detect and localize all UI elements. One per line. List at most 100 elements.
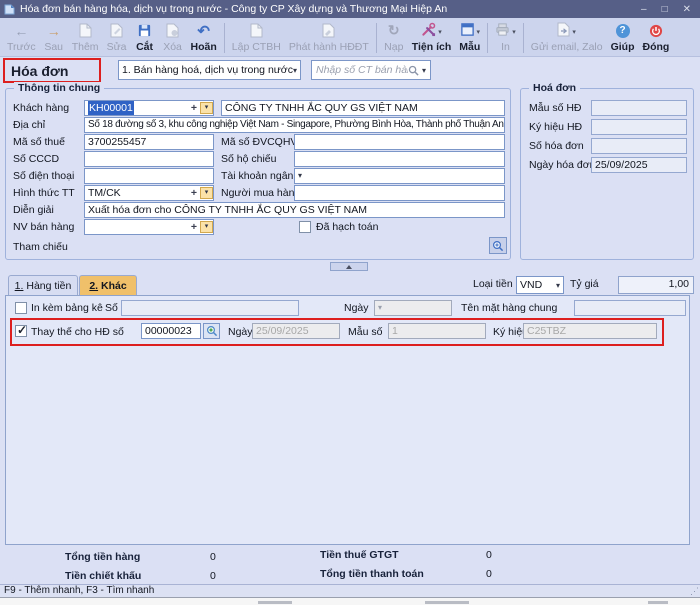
replace-invoice-lookup-button[interactable] (203, 323, 220, 339)
arrow-right-icon: → (47, 22, 61, 39)
replace-invoice-checkbox[interactable] (15, 325, 27, 337)
serial-label: Ký hiệu HĐ (529, 119, 582, 135)
send-document-icon (557, 22, 570, 40)
document-search-box[interactable]: Nhập số CT bán hàng ▾ (311, 60, 431, 80)
invoice-date-field[interactable]: 25/09/2025 (591, 157, 687, 173)
chevron-down-icon[interactable]: ▾ (200, 221, 213, 233)
tab-hang-tien[interactable]: 1. Hàng tiền (8, 275, 78, 296)
window-title: Hóa đơn bán hàng hóa, dịch vụ trong nước… (20, 3, 447, 15)
chevron-down-icon[interactable]: ▾ (298, 169, 302, 183)
print-button[interactable]: ▾ In (491, 21, 520, 54)
chevron-down-icon: ▾ (378, 301, 382, 315)
template-button[interactable]: ▾ Mẫu (455, 21, 484, 54)
replace-template-field[interactable]: 1 (388, 323, 486, 339)
posted-label: Đã hạch toán (316, 219, 378, 235)
add-icon[interactable]: + (188, 101, 200, 115)
document-delete-icon (166, 22, 179, 39)
search-icon (408, 65, 419, 76)
replace-invoice-label: Thay thế cho HĐ số (31, 324, 124, 340)
reload-button[interactable]: ↻ Nạp (380, 21, 408, 54)
attach-list-checkbox[interactable] (15, 302, 27, 314)
undo-button[interactable]: ↶ Hoãn (187, 21, 221, 54)
reference-lookup-button[interactable] (489, 237, 507, 254)
replace-date-field[interactable]: 25/09/2025 (252, 323, 340, 339)
exchange-rate-field[interactable]: 1,00 (618, 276, 694, 294)
toolbar-separator (376, 23, 377, 53)
help-button[interactable]: ? Giúp (607, 21, 639, 54)
collapse-splitter-button[interactable] (330, 262, 368, 271)
buyer-field[interactable] (294, 185, 505, 201)
toolbar-separator (523, 23, 524, 53)
currency-value: VND (520, 279, 542, 291)
chevron-down-icon: ▾ (422, 66, 426, 75)
budget-code-field[interactable] (294, 134, 505, 150)
grand-total-value: 0 (486, 568, 492, 580)
customer-code-field[interactable]: KH00001 + ▾ (84, 100, 214, 116)
invoice-no-field[interactable] (591, 138, 687, 154)
currency-label: Loại tiền (473, 278, 513, 290)
add-icon[interactable]: + (188, 220, 200, 234)
vat-total-label: Tiền thuế GTGT (320, 549, 399, 561)
issue-einvoice-button[interactable]: Phát hành HĐĐT (285, 21, 373, 54)
goods-total-label: Tổng tiền hàng (65, 551, 140, 563)
replace-serial-field[interactable]: C25TBZ (523, 323, 657, 339)
attach-no-field[interactable] (121, 300, 299, 316)
save-button[interactable]: Cắt (131, 21, 159, 54)
chevron-down-icon[interactable]: ▾ (200, 102, 213, 114)
toolbar-separator (224, 23, 225, 53)
attach-no-label: Số (105, 300, 118, 316)
tax-code-field[interactable]: 3700255457 (84, 134, 214, 150)
resize-grip[interactable]: ⋰ (690, 586, 698, 597)
customer-code-value: KH00001 (88, 101, 134, 115)
passport-field[interactable] (294, 151, 505, 167)
chevron-down-icon[interactable]: ▾ (438, 28, 442, 36)
replace-invoice-no-field[interactable]: 00000023 (141, 323, 201, 339)
maximize-icon[interactable]: □ (662, 4, 668, 15)
reference-label: Tham chiếu (13, 239, 68, 255)
customer-name-field[interactable]: CÔNG TY TNHH ẮC QUY GS VIỆT NAM (221, 100, 505, 116)
invoice-no-label: Số hóa đơn (529, 138, 584, 154)
toolbar: ← Trước → Sau Thêm Sửa Cắt Xóa ↶ Hoãn Lậ… (0, 18, 700, 57)
close-window-button[interactable]: Đóng (639, 21, 674, 54)
document-icon (79, 22, 92, 39)
template-no-field[interactable] (591, 100, 687, 116)
invoice-date-label: Ngày hóa đơn (529, 157, 595, 173)
chevron-down-icon[interactable]: ▾ (477, 28, 481, 36)
address-label: Địa chỉ (13, 117, 45, 133)
invoice-type-select[interactable]: 1. Bán hàng hoá, dịch vụ trong nước ▾ (118, 60, 301, 80)
undo-icon: ↶ (197, 22, 210, 39)
send-email-zalo-button[interactable]: ▾ Gửi email, Zalo (527, 21, 607, 54)
delete-button[interactable]: Xóa (159, 21, 187, 54)
minimize-icon[interactable]: – (641, 4, 647, 15)
tab-khac[interactable]: 2. Khác (79, 275, 137, 296)
address-field[interactable]: Số 18 đường số 3, khu công nghiệp Việt N… (84, 117, 505, 133)
chevron-down-icon[interactable]: ▾ (572, 28, 576, 36)
currency-select[interactable]: VND ▾ (516, 276, 564, 294)
edit-button[interactable]: Sửa (103, 21, 131, 54)
utilities-button[interactable]: ▾ Tiện ích (408, 21, 455, 54)
next-button[interactable]: → Sau (40, 21, 68, 54)
bank-account-field[interactable]: ▾ (294, 168, 505, 184)
serial-field[interactable] (591, 119, 687, 135)
description-field[interactable]: Xuất hóa đơn cho CÔNG TY TNHH ẮC QUY GS … (84, 202, 505, 218)
add-button[interactable]: Thêm (68, 21, 103, 54)
create-ctbh-button[interactable]: Lập CTBH (228, 21, 285, 54)
grand-total-label: Tổng tiền thanh toán (320, 568, 424, 580)
cccd-field[interactable] (84, 151, 214, 167)
save-icon (137, 22, 152, 39)
payment-method-value: TM/CK (88, 186, 121, 200)
general-info-group: Thông tin chung Khách hàng KH00001 + ▾ C… (5, 88, 511, 260)
cccd-label: Số CCCD (13, 151, 59, 167)
prev-button[interactable]: ← Trước (3, 21, 40, 54)
attach-date-field[interactable]: ▾ (374, 300, 452, 316)
sales-staff-field[interactable]: + ▾ (84, 219, 214, 235)
other-tab-panel: In kèm bảng kê Số Ngày ▾ Tên mặt hàng ch… (5, 295, 690, 545)
close-icon[interactable]: ✕ (683, 4, 691, 15)
chevron-down-icon[interactable]: ▾ (512, 28, 516, 36)
payment-method-field[interactable]: TM/CK + ▾ (84, 185, 214, 201)
phone-field[interactable] (84, 168, 214, 184)
chevron-down-icon[interactable]: ▾ (200, 187, 213, 199)
add-icon[interactable]: + (188, 186, 200, 200)
posted-checkbox[interactable] (299, 221, 311, 233)
common-item-field[interactable] (574, 300, 686, 316)
